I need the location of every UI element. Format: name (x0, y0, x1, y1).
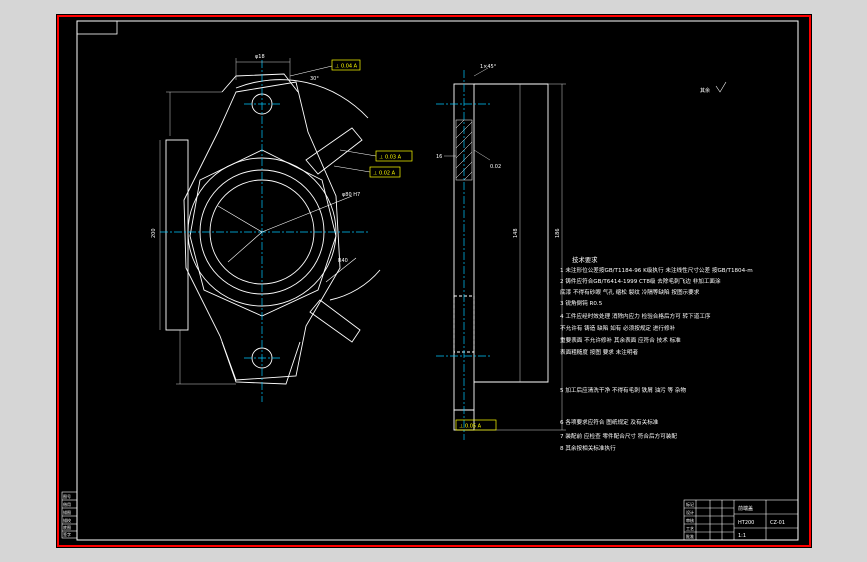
notes-title: 技术要求 (572, 255, 598, 264)
rev-row-4: 底图 (63, 524, 71, 530)
tb-row-5: 批准 (686, 533, 694, 539)
top-fcf-text: ⊥ 0.04 A (335, 64, 358, 70)
note-line-11: 7 装配前 应检查 零件配合尺寸 符合后方可装配 (560, 432, 677, 440)
rev-row-5: 签字 (63, 531, 71, 537)
tb-row-3: 审核 (686, 517, 694, 523)
note-line-8: 表面粗糙度 按图 要求 未注明者 (560, 348, 638, 356)
dim-radius-text: R40 (338, 258, 348, 264)
material: HT200 (738, 520, 754, 526)
rev-header: 图号 (63, 493, 71, 499)
dim-section-mid-text: 0.02 (490, 164, 501, 170)
tb-row-4: 工艺 (686, 526, 694, 531)
rev-row-3: 描校 (63, 517, 71, 523)
rev-row-1: 借用 (63, 501, 71, 507)
dim-top-width-text: φ18 (255, 54, 265, 60)
note-line-5: 4 工件应经时效处理 消除内应力 检验合格后方可 转下道工序 (560, 312, 711, 320)
note-line-12: 8 其余按相关标准执行 (560, 444, 616, 452)
note-line-4: 3 锐角倒钝 R0.5 (560, 299, 603, 307)
tb-row-2: 设计 (686, 509, 694, 515)
dim-height-left-text: 200 (151, 228, 157, 238)
ra-note-text: 其余 (700, 87, 710, 94)
dim-height-far-text: 186 (555, 228, 561, 238)
rev-row-2: 描图 (63, 509, 71, 515)
side-fcf2-text: ⊥ 0.02 A (373, 171, 396, 177)
side-fcf-text: ⊥ 0.03 A (379, 155, 402, 161)
dim-bore-text: φ80 H7 (342, 192, 360, 198)
dim-chamfer-text: 1×45° (480, 64, 497, 70)
tb-row-1: 标记 (686, 501, 694, 507)
dim-top-angle-text: 30° (310, 76, 319, 82)
dim-height-right-text: 148 (513, 228, 519, 238)
note-line-9: 5 加工后应清洗干净 不得有毛刺 铁屑 油污 等 杂物 (560, 386, 687, 394)
part-name: 前端盖 (738, 505, 753, 512)
dim-section-left-text: 16 (436, 154, 442, 160)
note-line-2: 2 铸件应符合GB/T6414-1999 CT8级 去除毛刺飞边 非加工面涂 (560, 277, 721, 285)
cad-drawing: ⊥ 0.04 A ⊥ 0.03 A ⊥ 0.02 A φ18 30° φ80 H… (56, 14, 812, 548)
note-line-10: 6 各项要求应符合 图纸规定 及有关标准 (560, 418, 659, 426)
note-line-7: 重要表面 不允许修补 其余表面 应符合 技术 标准 (560, 336, 681, 344)
note-line-6: 不允许有 铸造 缺陷 如有 必须按规定 进行修补 (560, 324, 676, 332)
bottom-fcf-text: ⊥ 0.05 A (459, 424, 482, 430)
note-line-1: 1 未注形位公差按GB/T1184-96 K级执行 未注线性尺寸公差 按GB/T… (560, 266, 753, 274)
scale: 1:1 (738, 533, 746, 539)
drawing-number: CZ-01 (770, 520, 785, 526)
note-line-3: 底漆 不得有砂眼 气孔 缩松 裂纹 冷隔等缺陷 按图示要求 (560, 288, 700, 296)
cad-drawing-viewport[interactable]: ⊥ 0.04 A ⊥ 0.03 A ⊥ 0.02 A φ18 30° φ80 H… (0, 0, 867, 562)
